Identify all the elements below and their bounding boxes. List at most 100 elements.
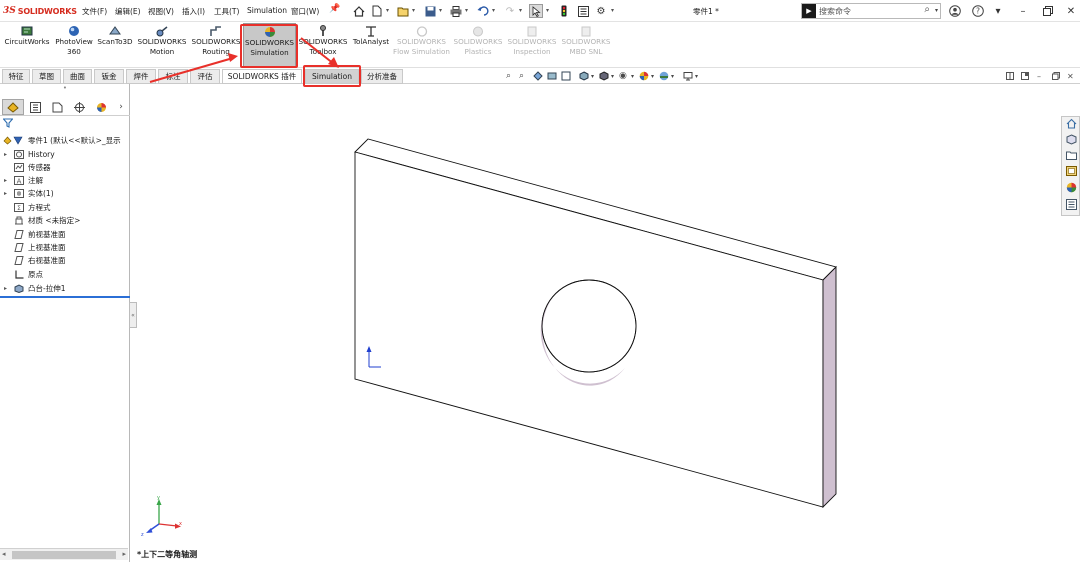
feature-manager-tab-icon[interactable] <box>2 99 24 115</box>
display-style-icon[interactable] <box>599 71 609 84</box>
solidworks-logo[interactable]: 3S SOLIDWORKS <box>3 4 77 18</box>
panel-grip-icon[interactable]: • <box>0 84 130 98</box>
circuitworks-button[interactable]: CircuitWorks <box>3 23 51 67</box>
filter-icon[interactable] <box>2 118 14 131</box>
custom-properties-icon[interactable] <box>1064 199 1078 213</box>
tree-item-sensors[interactable]: 传感器 <box>0 161 130 174</box>
menu-insert[interactable]: 插入(I) <box>182 6 205 17</box>
inspection-button[interactable]: SOLIDWORKS Inspection <box>506 23 558 67</box>
tolanalyst-button[interactable]: TolAnalyst <box>351 23 391 67</box>
scroll-right-icon[interactable]: ▸ <box>122 550 126 558</box>
dynamic-annotation-icon[interactable] <box>561 71 571 84</box>
configuration-manager-tab-icon[interactable] <box>46 99 68 115</box>
display-manager-tab-icon[interactable] <box>90 99 112 115</box>
plastics-button[interactable]: SOLIDWORKS Plastics <box>452 23 504 67</box>
chevron-right-icon[interactable]: › <box>114 99 128 115</box>
undo-dropdown-icon[interactable]: ▾ <box>492 7 495 14</box>
search-icon[interactable]: ⌕ <box>924 4 930 15</box>
search-commands-box[interactable]: ▶ 搜索命令 ⌕ ▾ <box>801 3 941 19</box>
tree-item-front-plane[interactable]: 前视基准面 <box>0 228 130 241</box>
tree-item-boss-extrude[interactable]: ▸ 凸台-拉伸1 <box>0 282 130 295</box>
tile-view-icon[interactable] <box>1021 72 1029 82</box>
tab-sketch[interactable]: 草图 <box>32 69 61 84</box>
tree-horizontal-scrollbar[interactable]: ◂ ▸ <box>0 548 128 560</box>
print-icon[interactable] <box>449 4 463 18</box>
rollback-bar[interactable] <box>0 296 130 298</box>
photoview-button[interactable]: PhotoView 360 <box>53 23 95 67</box>
expand-arrow-icon[interactable]: ▸ <box>4 187 7 200</box>
tab-markup[interactable]: 标注 <box>158 69 188 84</box>
user-account-icon[interactable] <box>947 3 963 19</box>
section-view-icon[interactable] <box>547 71 557 84</box>
doc-restore-icon[interactable] <box>1052 72 1060 82</box>
tab-weldments[interactable]: 焊件 <box>126 69 156 84</box>
split-view-icon[interactable] <box>1006 72 1014 82</box>
redo-dropdown-icon[interactable]: ▾ <box>519 7 522 14</box>
design-library-icon[interactable] <box>1064 134 1078 148</box>
zoom-to-fit-icon[interactable]: ⌕ <box>506 71 511 81</box>
expand-arrow-icon[interactable]: ▸ <box>4 174 7 187</box>
tree-item-origin[interactable]: 原点 <box>0 268 130 281</box>
scene-dropdown-icon[interactable]: ▾ <box>671 73 674 80</box>
new-dropdown-icon[interactable]: ▾ <box>386 7 389 14</box>
display-style-dropdown-icon[interactable]: ▾ <box>611 73 614 80</box>
flow-simulation-button[interactable]: SOLIDWORKS Flow Simulation <box>393 23 450 67</box>
tab-features[interactable]: 特征 <box>2 69 30 84</box>
scanto3d-button[interactable]: ScanTo3D <box>96 23 134 67</box>
close-icon[interactable]: ✕ <box>1063 3 1079 19</box>
motion-button[interactable]: SOLIDWORKS Motion <box>136 23 188 67</box>
minimize-icon[interactable]: – <box>1015 3 1031 19</box>
zoom-to-area-icon[interactable]: ⌕ <box>519 71 524 81</box>
open-folder-icon[interactable] <box>396 4 410 18</box>
rebuild-icon[interactable] <box>557 4 571 18</box>
tree-item-annotations[interactable]: ▸ A 注解 <box>0 174 130 187</box>
view-settings-dropdown-icon[interactable]: ▾ <box>695 73 698 80</box>
select-pointer-icon[interactable] <box>529 4 543 18</box>
menu-file[interactable]: 文件(F) <box>82 6 107 17</box>
menu-simulation[interactable]: Simulation <box>247 6 287 15</box>
select-dropdown-icon[interactable]: ▾ <box>546 7 549 14</box>
help-dropdown-icon[interactable]: ▾ <box>990 3 1006 19</box>
help-icon[interactable]: ? <box>970 3 986 19</box>
menu-view[interactable]: 视图(V) <box>148 6 174 17</box>
graphics-area[interactable]: y x z <box>137 84 1061 562</box>
solidworks-resources-icon[interactable] <box>1064 118 1078 132</box>
tab-surfaces[interactable]: 曲面 <box>63 69 92 84</box>
routing-button[interactable]: SOLIDWORKS Routing <box>190 23 242 67</box>
pin-icon[interactable]: 📌 <box>329 4 340 14</box>
options-dropdown-icon[interactable]: ▾ <box>611 7 614 14</box>
tab-solidworks-addins[interactable]: SOLIDWORKS 插件 <box>222 69 302 84</box>
menu-tools[interactable]: 工具(T) <box>214 6 239 17</box>
file-explorer-icon[interactable] <box>1064 150 1078 164</box>
tree-item-top-plane[interactable]: 上视基准面 <box>0 241 130 254</box>
view-orientation-dropdown-icon[interactable]: ▾ <box>591 73 594 80</box>
view-settings-icon[interactable] <box>683 71 693 84</box>
appearance-dropdown-icon[interactable]: ▾ <box>651 73 654 80</box>
doc-close-icon[interactable]: ✕ <box>1067 72 1074 81</box>
tree-root-part[interactable]: 零件1 (默认<<默认>_显示 <box>0 134 130 147</box>
file-properties-icon[interactable] <box>576 4 590 18</box>
toolbox-button[interactable]: SOLIDWORKS Toolbox <box>297 23 349 67</box>
view-orientation-icon[interactable] <box>579 71 589 84</box>
menu-window[interactable]: 窗口(W) <box>291 6 319 17</box>
save-dropdown-icon[interactable]: ▾ <box>439 7 442 14</box>
tree-item-right-plane[interactable]: 右视基准面 <box>0 254 130 267</box>
doc-minimize-icon[interactable]: – <box>1037 72 1041 81</box>
expand-arrow-icon[interactable]: ▸ <box>4 282 7 295</box>
open-dropdown-icon[interactable]: ▾ <box>412 7 415 14</box>
previous-view-icon[interactable] <box>533 71 543 84</box>
menu-edit[interactable]: 编辑(E) <box>115 6 141 17</box>
scroll-left-icon[interactable]: ◂ <box>2 550 6 558</box>
save-icon[interactable] <box>423 4 437 18</box>
options-gear-icon[interactable]: ⚙ <box>594 4 608 18</box>
tree-item-history[interactable]: ▸ History <box>0 148 130 161</box>
redo-icon[interactable]: ↷ <box>503 4 517 18</box>
search-scope-icon[interactable]: ▶ <box>802 4 816 18</box>
hide-show-items-icon[interactable]: ◉ <box>619 71 627 81</box>
appearances-scenes-icon[interactable] <box>1064 182 1078 196</box>
scroll-thumb[interactable] <box>12 551 116 559</box>
search-input[interactable]: 搜索命令 <box>819 6 851 17</box>
undo-icon[interactable] <box>476 4 490 18</box>
home-icon[interactable] <box>352 4 366 18</box>
print-dropdown-icon[interactable]: ▾ <box>465 7 468 14</box>
